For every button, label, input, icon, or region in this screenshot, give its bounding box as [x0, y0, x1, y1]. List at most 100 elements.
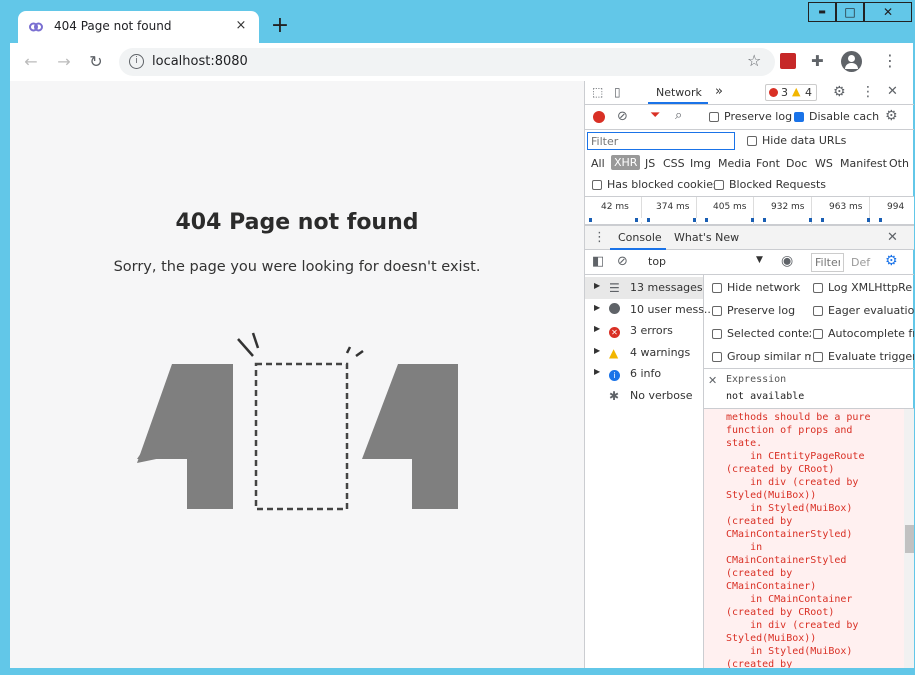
- browser-menu-icon[interactable]: ⋮: [882, 51, 898, 70]
- browser-tab[interactable]: 404 Page not found ×: [18, 11, 259, 43]
- info-icon[interactable]: i: [129, 54, 144, 69]
- expand-arrow-icon[interactable]: ▶: [594, 303, 600, 312]
- console-settings-icon[interactable]: ⚙: [885, 253, 898, 269]
- timeline-bars: [589, 218, 909, 222]
- setting-checkbox[interactable]: [813, 329, 823, 339]
- remove-expression-icon[interactable]: ✕: [708, 374, 717, 387]
- timeline-tick-label: 405 ms: [713, 202, 747, 212]
- devtools-menu-icon[interactable]: ⋮: [861, 84, 875, 100]
- error-stack-text: methods should be a pure function of pro…: [726, 412, 871, 668]
- close-drawer-icon[interactable]: ✕: [887, 230, 898, 245]
- expand-arrow-icon[interactable]: ▶: [594, 281, 600, 290]
- resource-filter-xhr[interactable]: XHR: [611, 155, 641, 170]
- setting-checkbox[interactable]: [712, 306, 722, 316]
- console-clear-icon[interactable]: ⊘: [617, 254, 628, 269]
- preserve-log-checkbox[interactable]: [709, 112, 719, 122]
- filter-funnel-icon[interactable]: ⏷: [650, 108, 660, 123]
- sidebar-item-error[interactable]: ▶ ✕ 3 errors: [585, 320, 703, 342]
- resource-filter-font[interactable]: Font: [756, 157, 780, 170]
- inspect-element-icon[interactable]: ⬚: [592, 85, 603, 99]
- sidebar-item-warning[interactable]: ▶ ▲ 4 warnings: [585, 342, 703, 364]
- 404-illustration: [137, 332, 458, 511]
- resource-filter-doc[interactable]: Doc: [786, 157, 807, 170]
- resource-filter-img[interactable]: Img: [690, 157, 711, 170]
- disable-cache-checkbox[interactable]: [794, 112, 804, 122]
- default-levels-dropdown[interactable]: Def: [851, 256, 870, 269]
- device-toolbar-icon[interactable]: ▯: [614, 85, 621, 99]
- timeline-tick-label: 994: [887, 202, 905, 212]
- new-tab-button[interactable]: +: [268, 14, 292, 38]
- sidebar-item-label: 10 user mess...: [630, 302, 715, 316]
- url-text[interactable]: localhost:8080: [152, 54, 248, 69]
- console-scrollbar[interactable]: [904, 409, 914, 668]
- profile-avatar-icon[interactable]: [841, 51, 862, 72]
- blocked-requests-checkbox[interactable]: [714, 180, 724, 190]
- scrollbar-thumb[interactable]: [905, 525, 914, 553]
- reload-icon[interactable]: ↻: [86, 52, 106, 72]
- close-window-button[interactable]: ✕: [864, 2, 912, 22]
- setting-checkbox[interactable]: [712, 352, 722, 362]
- setting-checkbox[interactable]: [712, 329, 722, 339]
- drawer-menu-icon[interactable]: ⋮: [593, 230, 606, 245]
- has-blocked-cookies-label: Has blocked cookies: [607, 178, 719, 191]
- expression-label[interactable]: Expression: [726, 374, 786, 385]
- console-filter-input[interactable]: [811, 253, 844, 272]
- resource-filter-css[interactable]: CSS: [663, 157, 685, 170]
- setting-checkbox[interactable]: [813, 352, 823, 362]
- forward-icon[interactable]: →: [54, 52, 74, 72]
- sidebar-item-user[interactable]: ▶ 10 user mess...: [585, 299, 714, 321]
- search-icon[interactable]: ⌕: [675, 108, 682, 123]
- resource-filter-manifest[interactable]: Manifest: [840, 157, 887, 170]
- timeline-tick-label: 932 ms: [771, 202, 805, 212]
- resource-filter-media[interactable]: Media: [718, 157, 751, 170]
- timeline-tick-label: 42 ms: [601, 202, 629, 212]
- tab-close-icon[interactable]: ×: [232, 17, 250, 35]
- setting-checkbox[interactable]: [712, 283, 722, 293]
- network-filter-input[interactable]: [587, 132, 735, 150]
- settings-gear-icon[interactable]: ⚙: [833, 84, 846, 100]
- has-blocked-cookies-checkbox[interactable]: [592, 180, 602, 190]
- issue-counter[interactable]: 3 ▲ 4: [765, 84, 817, 101]
- setting-label: Preserve log: [727, 304, 796, 317]
- dashed-missing-zero: [254, 362, 349, 511]
- warning-icon: ▲: [792, 85, 801, 98]
- resource-filter-js[interactable]: JS: [645, 157, 655, 170]
- extension-app-icon[interactable]: [780, 53, 796, 69]
- tab-console[interactable]: Console: [618, 231, 662, 244]
- sidebar-item-info[interactable]: ▶ i 6 info: [585, 363, 703, 385]
- tab-network[interactable]: Network: [656, 86, 702, 99]
- close-devtools-icon[interactable]: ✕: [887, 84, 898, 99]
- tab-whats-new[interactable]: What's New: [674, 231, 739, 244]
- sidebar-item-label: 6 info: [630, 367, 662, 381]
- expression-value: not available: [726, 391, 805, 402]
- setting-checkbox[interactable]: [813, 283, 823, 293]
- bookmark-star-icon[interactable]: ☆: [747, 51, 761, 70]
- network-settings-icon[interactable]: ⚙: [885, 108, 898, 124]
- setting-checkbox[interactable]: [813, 306, 823, 316]
- resource-filter-ws[interactable]: WS: [815, 157, 833, 170]
- resource-filter-oth[interactable]: Oth: [889, 157, 909, 170]
- list-icon: ☰: [609, 281, 620, 295]
- console-settings-pane: Hide network Log XMLHttpRe Preserve log Eag…: [704, 275, 914, 369]
- show-sidebar-icon[interactable]: ◧: [592, 254, 604, 269]
- context-selector[interactable]: top ▼: [643, 253, 768, 271]
- tab-title: 404 Page not found: [54, 19, 172, 33]
- expand-arrow-icon[interactable]: ▶: [594, 324, 600, 333]
- expand-arrow-icon[interactable]: ▶: [594, 367, 600, 376]
- page-title: 404 Page not found: [175, 210, 419, 235]
- hide-data-urls-checkbox[interactable]: [747, 136, 757, 146]
- address-bar[interactable]: i localhost:8080 ☆: [119, 48, 775, 76]
- clear-icon[interactable]: ⊘: [617, 109, 628, 124]
- expand-arrow-icon[interactable]: ▶: [594, 346, 600, 355]
- record-icon[interactable]: [593, 111, 605, 123]
- back-icon[interactable]: ←: [21, 52, 41, 72]
- sidebar-item-list[interactable]: ▶ ☰ 13 messages: [585, 277, 703, 299]
- more-tabs-icon[interactable]: »: [715, 84, 723, 99]
- resource-filter-all[interactable]: All: [591, 157, 605, 170]
- maximize-button[interactable]: □: [836, 2, 864, 22]
- live-expression-eye-icon[interactable]: ◉: [781, 253, 793, 269]
- extensions-puzzle-icon[interactable]: ✚: [811, 52, 824, 70]
- sidebar-item-bug[interactable]: ✱ No verbose: [585, 385, 703, 407]
- minimize-button[interactable]: ▬: [808, 2, 836, 22]
- drawer-tabbar: ⋮ Console What's New ✕: [585, 225, 914, 250]
